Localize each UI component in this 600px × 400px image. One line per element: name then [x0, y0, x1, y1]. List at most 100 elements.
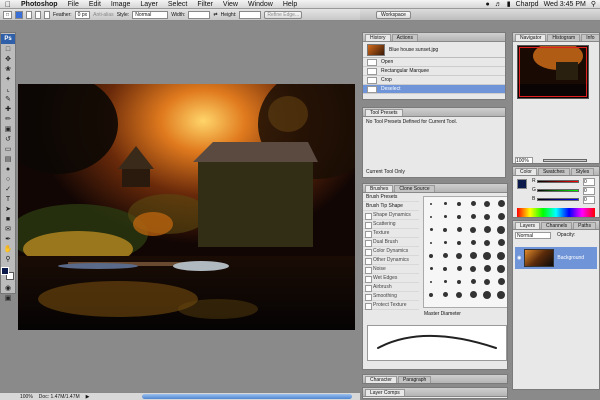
brush-option[interactable]: Airbrush	[363, 283, 419, 292]
brush-preset[interactable]	[497, 200, 505, 207]
brush-preset[interactable]	[442, 292, 448, 297]
status-arrow-icon[interactable]: ▶	[86, 394, 90, 400]
menu-select[interactable]: Select	[163, 0, 192, 9]
brush-preset[interactable]	[497, 251, 505, 260]
brush-option[interactable]: Brush Presets	[363, 193, 419, 202]
tab-color[interactable]: Color	[515, 168, 537, 175]
user-name[interactable]: Charpd	[516, 1, 539, 8]
antialias-checkbox[interactable]: Anti-alias	[93, 12, 114, 18]
notes-icon[interactable]: ✉	[2, 225, 14, 234]
brush-preset[interactable]	[483, 226, 491, 233]
intersect-selection-icon[interactable]	[44, 10, 51, 19]
history-brush-icon[interactable]: ↺	[2, 135, 14, 144]
spotlight-icon[interactable]: ⚲	[591, 0, 596, 8]
ps-logo[interactable]: Ps	[1, 34, 15, 44]
brush-presets-grid[interactable]	[423, 196, 507, 308]
marquee-icon[interactable]: □	[2, 45, 14, 54]
brush-preset[interactable]	[484, 278, 490, 285]
brush-preset[interactable]	[497, 239, 505, 246]
height-input[interactable]	[239, 10, 262, 19]
brush-preset[interactable]	[443, 266, 447, 271]
blue-slider[interactable]	[537, 198, 579, 201]
brush-option[interactable]: Scattering	[363, 220, 419, 229]
brush-preset[interactable]	[429, 253, 433, 258]
brush-option[interactable]: Wet Edges	[363, 274, 419, 283]
magic-wand-icon[interactable]: ✦	[2, 75, 14, 84]
brush-preset[interactable]	[443, 215, 447, 218]
brush-preset[interactable]	[497, 264, 505, 273]
brush-preset[interactable]	[456, 266, 462, 271]
brush-preset[interactable]	[430, 241, 432, 244]
marquee-tool-icon[interactable]: □	[3, 10, 13, 19]
brush-preset[interactable]	[469, 252, 477, 259]
doc-size[interactable]: Doc: 1.47M/1.47M	[39, 394, 80, 400]
brush-preset[interactable]	[429, 267, 433, 270]
history-snapshot[interactable]: Blue house sunset.jpg	[363, 42, 505, 58]
volume-icon[interactable]: ♬	[495, 1, 502, 8]
menu-window[interactable]: Window	[243, 0, 278, 9]
brush-option[interactable]: Smoothing	[363, 292, 419, 301]
menu-help[interactable]: Help	[278, 0, 302, 9]
crop-icon[interactable]: ⌞	[2, 85, 14, 94]
brush-preset[interactable]	[430, 202, 432, 205]
tab-histogram[interactable]: Histogram	[547, 34, 581, 41]
history-step-selected[interactable]: Deselect	[363, 85, 505, 94]
document-canvas[interactable]	[18, 84, 355, 330]
brush-option[interactable]: Texture	[363, 229, 419, 238]
lasso-icon[interactable]: ❀	[2, 65, 14, 74]
brush-preset[interactable]	[470, 201, 476, 206]
tab-layer-comps[interactable]: Layer Comps	[365, 389, 405, 396]
brush-preset[interactable]	[470, 279, 476, 284]
brush-preset[interactable]	[456, 227, 462, 232]
brush-preset[interactable]	[483, 251, 491, 260]
move-icon[interactable]: ✥	[2, 55, 14, 64]
navigator-zoom[interactable]: 100%	[515, 157, 533, 163]
brush-preset[interactable]	[430, 215, 432, 218]
color-swatches[interactable]	[1, 267, 15, 281]
horizontal-scrollbar[interactable]	[142, 394, 352, 399]
eyedropper-icon[interactable]: ✒	[2, 235, 14, 244]
menu-layer[interactable]: Layer	[135, 0, 163, 9]
eraser-icon[interactable]: ▭	[2, 145, 14, 154]
menu-file[interactable]: File	[63, 0, 84, 9]
menu-edit[interactable]: Edit	[84, 0, 106, 9]
menu-image[interactable]: Image	[106, 0, 135, 9]
brush-preset[interactable]	[483, 290, 491, 299]
red-value[interactable]: 0	[583, 178, 595, 186]
menu-photoshop[interactable]: Photoshop	[16, 0, 63, 9]
brush-preset[interactable]	[443, 202, 447, 205]
brush-preset[interactable]	[443, 227, 447, 232]
refine-edge-button[interactable]: Refine Edge...	[264, 10, 303, 19]
brush-preset[interactable]	[443, 280, 447, 283]
brush-option[interactable]: Noise	[363, 265, 419, 274]
current-tool-only-checkbox[interactable]: Current Tool Only	[363, 167, 408, 177]
brush-preset[interactable]	[470, 265, 476, 272]
brush-preset[interactable]	[470, 226, 476, 233]
color-foreground-swatch[interactable]	[517, 179, 527, 189]
brush-preset[interactable]	[457, 279, 461, 284]
brush-option[interactable]: Shape Dynamics	[363, 211, 419, 220]
blend-mode-select[interactable]: Normal	[515, 232, 551, 239]
brush-preset[interactable]	[430, 280, 432, 283]
history-step[interactable]: Open	[363, 58, 505, 67]
screen-mode-icon[interactable]: ▣	[2, 294, 14, 303]
brush-preset[interactable]	[456, 291, 462, 298]
subtract-selection-icon[interactable]	[35, 10, 42, 19]
brush-preset[interactable]	[457, 214, 461, 219]
width-input[interactable]	[188, 10, 211, 19]
new-selection-icon[interactable]	[15, 10, 24, 19]
brush-preset[interactable]	[443, 241, 447, 244]
foreground-color-swatch[interactable]	[1, 267, 9, 275]
history-step[interactable]: Rectangular Marquee	[363, 67, 505, 76]
brush-preset[interactable]	[483, 265, 491, 272]
brush-preset[interactable]	[497, 225, 505, 234]
tab-history[interactable]: History	[365, 34, 391, 41]
brush-preset[interactable]	[484, 200, 490, 207]
brush-preset[interactable]	[456, 252, 462, 259]
dodge-icon[interactable]: ○	[2, 175, 14, 184]
tab-paragraph[interactable]: Paragraph	[397, 376, 432, 383]
brush-option[interactable]: Color Dynamics	[363, 247, 419, 256]
brush-preset[interactable]	[497, 213, 505, 220]
red-slider[interactable]	[537, 180, 579, 183]
feather-input[interactable]: 0 px	[74, 10, 91, 19]
